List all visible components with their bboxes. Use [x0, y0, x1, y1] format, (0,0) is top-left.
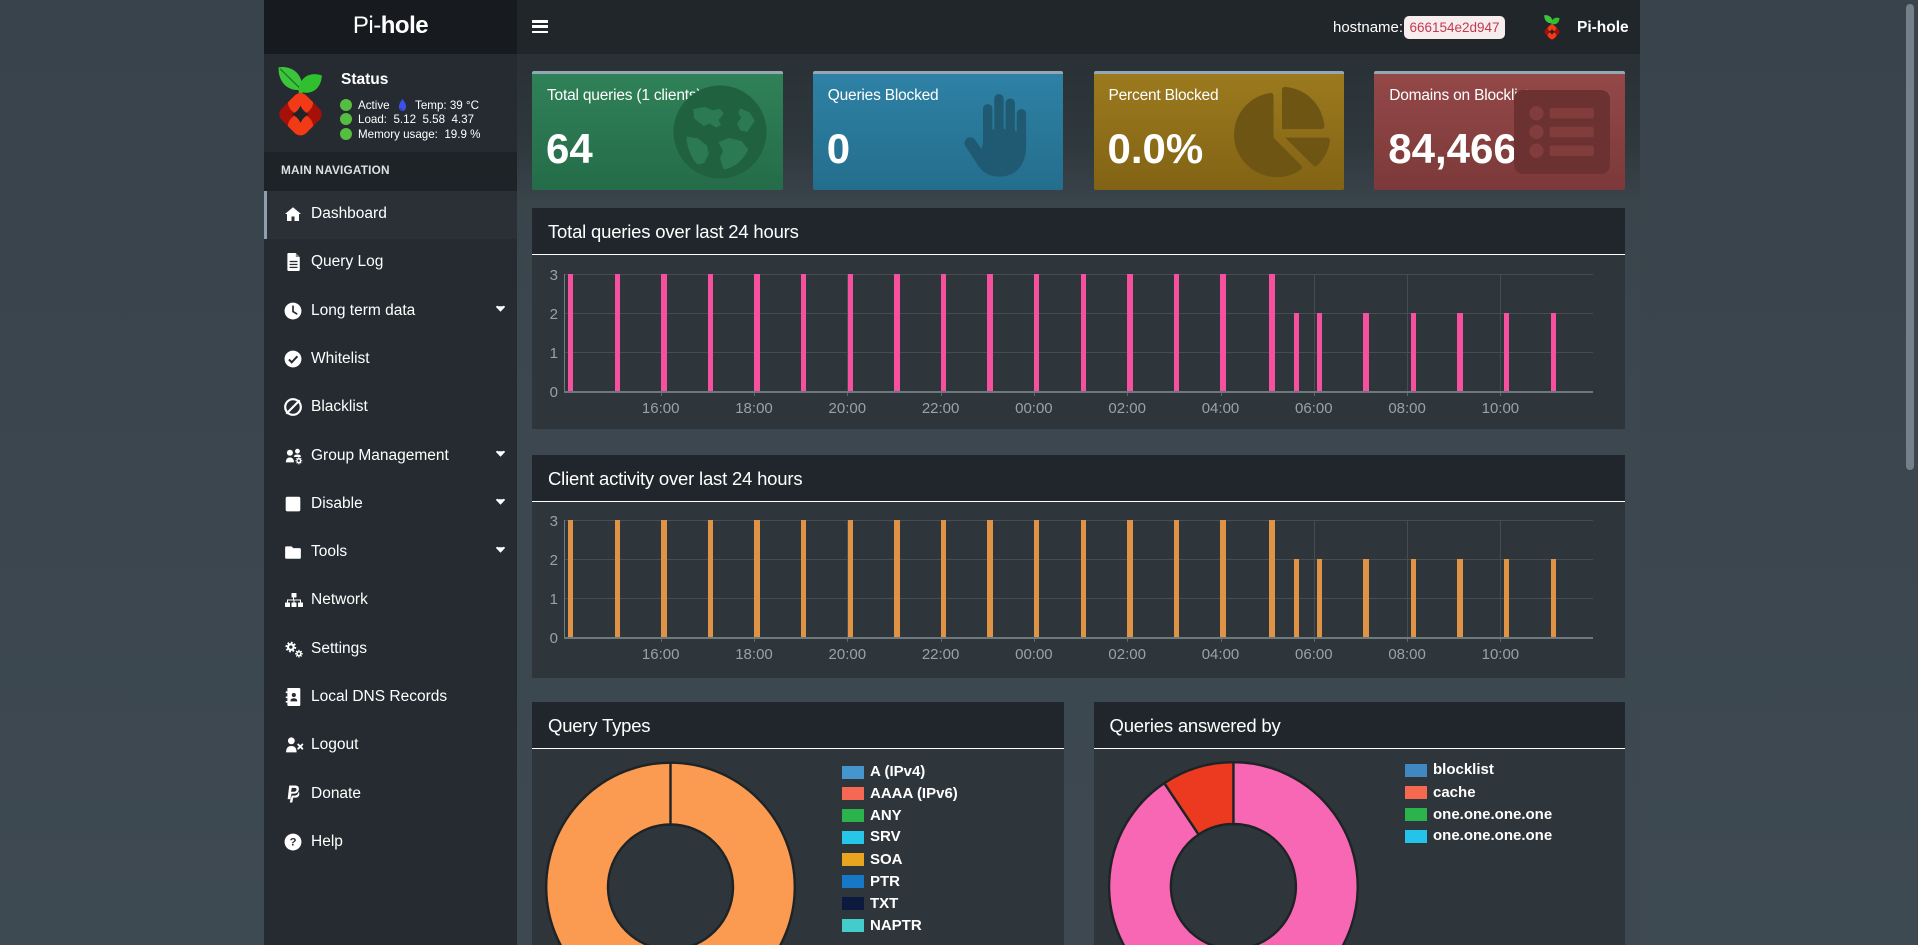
- svg-text:?: ?: [290, 836, 297, 848]
